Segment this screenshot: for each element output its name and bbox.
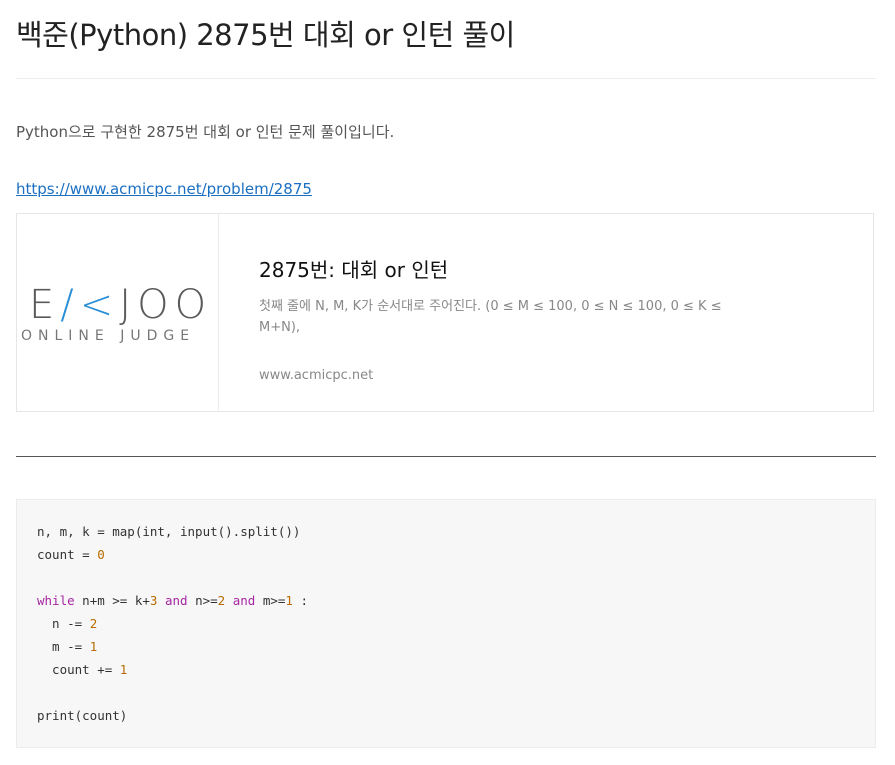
code-text: n>=	[187, 593, 218, 608]
code-line-4: while n+m >= k+3 and n>=2 and m>=1 :	[37, 593, 308, 608]
logo-letters-joo: JOO	[119, 282, 213, 328]
code-content: n, m, k = map(int, input().split()) coun…	[37, 520, 855, 727]
preview-host: www.acmicpc.net	[259, 368, 374, 383]
code-text: n -=	[37, 616, 90, 631]
problem-link[interactable]: https://www.acmicpc.net/problem/2875	[16, 180, 312, 198]
code-line-2: count = 0	[37, 547, 105, 562]
code-line-5: n -= 2	[37, 616, 97, 631]
link-preview-card[interactable]: E/<JOO ONLINE JUDGE 2875번: 대회 or 인턴 첫째 줄…	[16, 213, 874, 412]
preview-description: 첫째 줄에 N, M, K가 순서대로 주어진다. (0 ≤ M ≤ 100, …	[259, 299, 722, 335]
code-text: m>=	[255, 593, 286, 608]
preview-thumbnail: E/<JOO ONLINE JUDGE	[17, 214, 219, 411]
code-text: m -=	[37, 639, 90, 654]
code-number: 1	[285, 593, 293, 608]
code-line-9: print(count)	[37, 708, 128, 723]
code-number: 2	[89, 616, 98, 631]
logo-subtitle: ONLINE JUDGE	[21, 328, 196, 344]
code-keyword: while	[37, 593, 75, 608]
blog-post: 백준(Python) 2875번 대회 or 인턴 풀이 Python으로 구현…	[0, 0, 895, 765]
code-line-7: count += 1	[37, 662, 127, 677]
section-divider	[16, 456, 876, 457]
code-text: n+m >= k+	[74, 593, 150, 608]
baekjoon-logo: E/<JOO	[29, 282, 212, 328]
title-divider	[16, 78, 876, 79]
code-line-6: m -= 1	[37, 639, 97, 654]
logo-letter-e: E	[29, 282, 61, 328]
code-number: 0	[97, 547, 105, 562]
code-line-1: n, m, k = map(int, input().split())	[37, 524, 301, 539]
code-number: 1	[119, 662, 128, 677]
code-text: count +=	[37, 662, 120, 677]
code-number: 1	[89, 639, 98, 654]
preview-body: 2875번: 대회 or 인턴 첫째 줄에 N, M, K가 순서대로 주어진다…	[219, 214, 873, 411]
code-number: 2	[217, 593, 226, 608]
code-text: count =	[37, 547, 98, 562]
post-title: 백준(Python) 2875번 대회 or 인턴 풀이	[16, 18, 515, 52]
post-intro: Python으로 구현한 2875번 대회 or 인턴 문제 풀이입니다.	[16, 123, 395, 141]
code-keyword: and	[164, 593, 188, 608]
preview-title: 2875번: 대회 or 인턴	[259, 258, 449, 282]
code-text: :	[292, 593, 308, 608]
code-keyword: and	[232, 593, 256, 608]
logo-letter-k: /<	[60, 282, 120, 328]
code-number: 3	[149, 593, 158, 608]
code-block: n, m, k = map(int, input().split()) coun…	[16, 499, 876, 748]
